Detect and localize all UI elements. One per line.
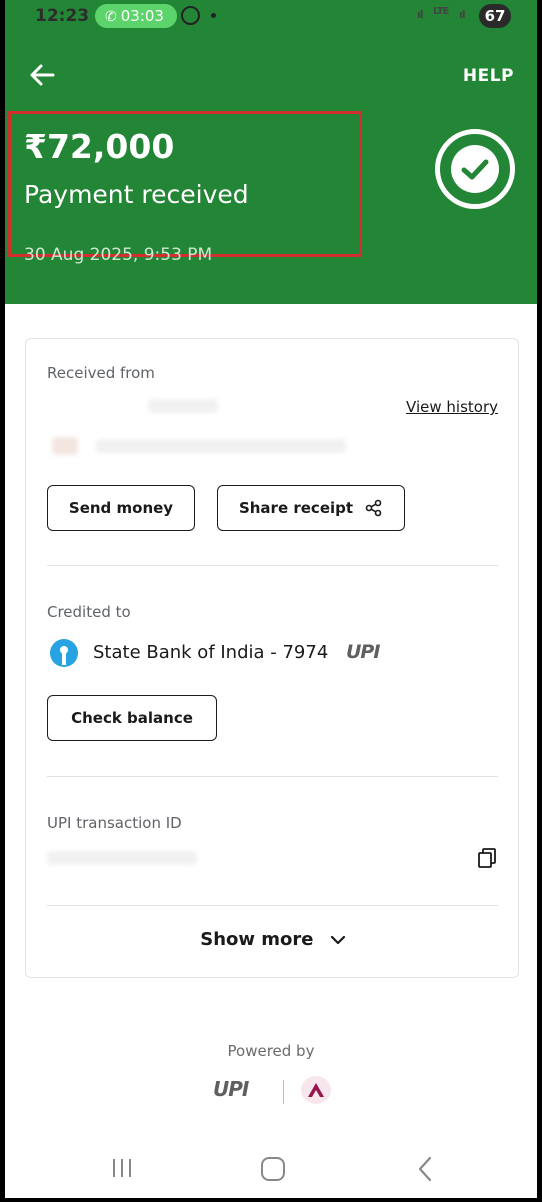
sbi-logo-icon [50,639,78,667]
check-balance-button[interactable]: Check balance [47,695,217,741]
chevron-down-icon [330,935,345,945]
received-from-label: Received from [47,364,155,382]
upi-footer-logo: UPI [213,1077,249,1101]
copy-icon[interactable] [477,847,497,869]
check-circle-icon [435,129,515,209]
notification-dot-icon [211,13,216,18]
view-history-link[interactable]: View history [406,398,498,416]
transaction-card: Received from View history Send money Sh… [25,338,519,978]
nav-back-icon[interactable] [415,1156,435,1182]
show-more-label: Show more [200,929,314,950]
system-nav-bar [5,1140,537,1198]
send-money-label: Send money [68,499,174,517]
credited-to-label: Credited to [47,603,131,621]
battery-level: 67 [479,4,511,28]
upi-transaction-id-label: UPI transaction ID [47,814,182,832]
axis-bank-logo-icon [301,1076,331,1104]
share-icon [365,499,382,517]
screen: 12:23 ✆ 03:03 ıl LTE ıl 67 HELP ₹72,000 P… [5,0,537,1198]
upi-logo: UPI [346,641,380,663]
signal-strength-icon: ıl [417,8,423,21]
payment-date: 30 Aug 2025, 9:53 PM [24,245,213,265]
powered-by-label: Powered by [227,1042,315,1060]
transaction-id-redacted [47,851,197,865]
sender-upi-redacted [96,439,346,453]
arrow-left-icon[interactable] [27,60,57,90]
help-link[interactable]: HELP [463,66,514,86]
divider [47,776,498,777]
whatsapp-icon [181,6,200,25]
sender-name-redacted [148,399,218,413]
send-money-button[interactable]: Send money [47,485,195,531]
check-balance-label: Check balance [71,709,193,727]
bank-account: State Bank of India - 7974 [93,642,329,663]
payment-amount: ₹72,000 [24,127,175,166]
divider [47,905,498,906]
network-type: LTE [433,6,449,17]
signal-strength-icon-2: ıl [459,8,465,21]
payment-status: Payment received [24,180,249,209]
footer-separator [283,1080,284,1104]
status-bar: 12:23 ✆ 03:03 ıl LTE ıl 67 [5,0,537,34]
payment-header: 12:23 ✆ 03:03 ıl LTE ıl 67 HELP ₹72,000 P… [5,0,537,304]
recents-icon[interactable] [111,1158,133,1178]
divider [47,565,498,566]
share-receipt-button[interactable]: Share receipt [217,485,405,531]
home-icon[interactable] [261,1157,285,1181]
sender-bank-icon [52,437,78,455]
call-timer: 03:03 [120,7,164,25]
status-time: 12:23 [35,6,90,26]
share-receipt-label: Share receipt [238,499,354,517]
phone-icon: ✆ [105,9,117,25]
show-more-button[interactable]: Show more [26,929,520,950]
call-timer-pill[interactable]: ✆ 03:03 [95,4,177,28]
